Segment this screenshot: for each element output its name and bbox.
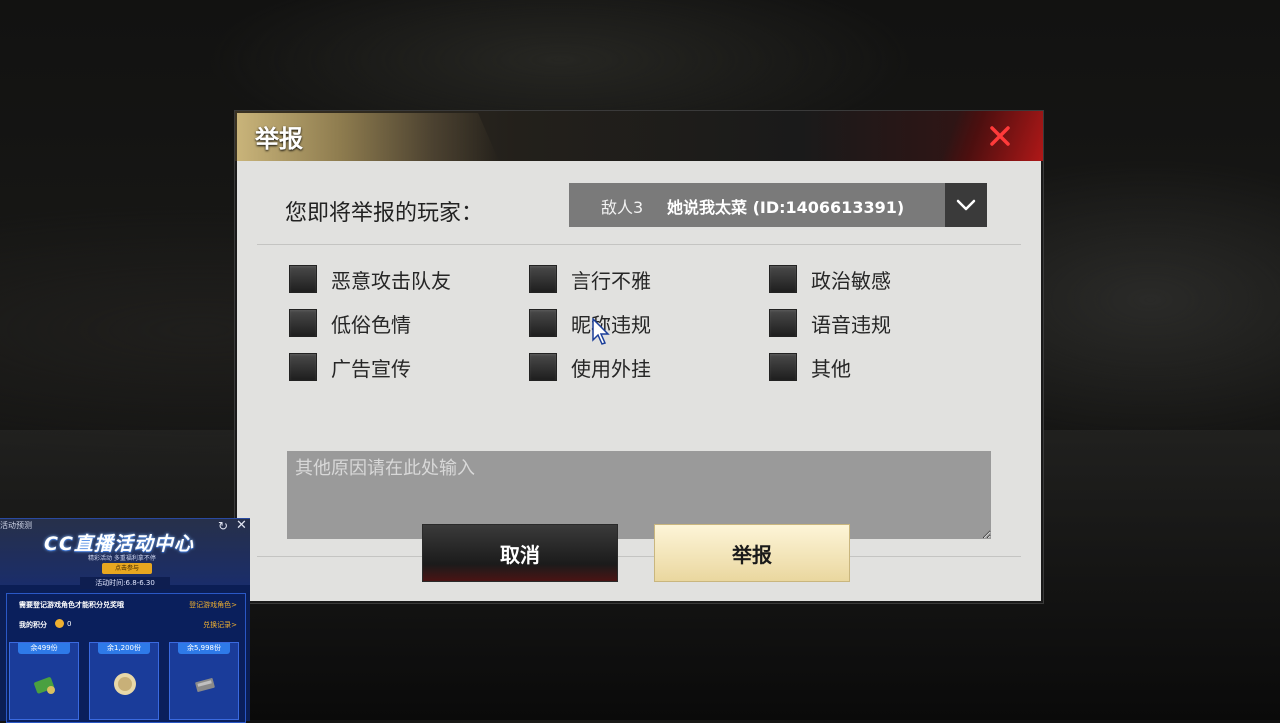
coin-icon xyxy=(55,619,64,628)
reason-label: 言行不雅 xyxy=(571,268,651,293)
reason-checkbox-other[interactable]: 其他 xyxy=(769,352,851,382)
checkbox-box xyxy=(529,265,557,293)
requirement-text: 需要登记游戏角色才能积分兑奖哦 xyxy=(19,601,124,609)
reward-count: 余1,200份 xyxy=(98,643,150,654)
points-box: 需要登记游戏角色才能积分兑奖哦 登记游戏角色> 我的积分 0 兑换记录> 余49… xyxy=(6,593,246,723)
reason-checkbox-political[interactable]: 政治敏感 xyxy=(769,264,891,294)
reason-label: 昵称违规 xyxy=(571,312,651,337)
reason-checkbox-vulgar[interactable]: 低俗色情 xyxy=(289,308,411,338)
reason-checkbox-cheating[interactable]: 使用外挂 xyxy=(529,352,651,382)
player-dropdown-button[interactable] xyxy=(945,183,987,227)
player-label: 您即将举报的玩家： xyxy=(285,201,484,226)
reason-label: 语音违规 xyxy=(811,312,891,337)
reason-label: 恶意攻击队友 xyxy=(331,268,451,293)
participate-button[interactable]: 点击参与 xyxy=(102,563,152,574)
close-icon[interactable]: ✕ xyxy=(236,518,247,533)
report-button[interactable]: 举报 xyxy=(655,525,849,581)
checkbox-box xyxy=(769,309,797,337)
checkbox-box xyxy=(289,353,317,381)
player-select[interactable]: 敌人3 她说我太菜 (ID:1406613391) xyxy=(569,183,987,227)
checkbox-box xyxy=(529,309,557,337)
checkbox-box xyxy=(769,353,797,381)
report-dialog: 举报 您即将举报的玩家： 敌人3 她说我太菜 (ID:1406613391) 恶… xyxy=(234,110,1044,604)
player-name: 她说我太菜 (ID:1406613391) xyxy=(667,198,905,217)
points-label: 我的积分 xyxy=(19,621,47,629)
history-link[interactable]: 兑换记录> xyxy=(203,620,237,630)
checkbox-box xyxy=(289,309,317,337)
reason-checkbox-indecent-behavior[interactable]: 言行不雅 xyxy=(529,264,651,294)
reward-count: 余499份 xyxy=(18,643,70,654)
coin-bundle-icon xyxy=(114,673,136,695)
live-tag: 活动预测 xyxy=(0,521,32,530)
mouse-cursor-icon xyxy=(592,318,610,345)
close-icon xyxy=(990,126,1010,146)
live-title: CC直播活动中心 xyxy=(44,533,194,555)
reason-checkbox-nickname[interactable]: 昵称违规 xyxy=(529,308,651,338)
reason-checkbox-advertising[interactable]: 广告宣传 xyxy=(289,352,411,382)
dialog-title: 举报 xyxy=(255,125,303,153)
refresh-icon[interactable]: ↻ xyxy=(218,519,228,533)
register-link[interactable]: 登记游戏角色> xyxy=(189,600,237,610)
cancel-button[interactable]: 取消 xyxy=(423,525,617,581)
reason-label: 使用外挂 xyxy=(571,356,651,381)
player-team: 敌人3 xyxy=(601,198,644,217)
dialog-header: 举报 xyxy=(235,111,1043,161)
reason-label: 广告宣传 xyxy=(331,356,411,381)
close-button[interactable] xyxy=(933,111,1043,161)
reason-checkbox-voice[interactable]: 语音违规 xyxy=(769,308,891,338)
reason-label: 低俗色情 xyxy=(331,312,411,337)
points-value: 0 xyxy=(67,620,72,628)
dialog-body: 您即将举报的玩家： 敌人3 她说我太菜 (ID:1406613391) 恶意攻击… xyxy=(237,161,1041,601)
checkbox-box xyxy=(529,353,557,381)
ammo-box-icon xyxy=(195,678,215,692)
reward-item[interactable]: 余5,998份 xyxy=(169,642,239,720)
live-banner[interactable]: 活动预测 ↻ ✕ CC直播活动中心 精彩活动 多重福利拿不停 点击参与 xyxy=(0,518,250,585)
reason-label: 其他 xyxy=(811,356,851,381)
checkbox-box xyxy=(769,265,797,293)
checkbox-box xyxy=(289,265,317,293)
chevron-down-icon xyxy=(956,199,976,211)
divider xyxy=(257,556,1021,557)
reward-item[interactable]: 余1,200份 xyxy=(89,642,159,720)
live-date: 活动时间:6.8-6.30 xyxy=(80,577,170,589)
keycard-icon xyxy=(34,677,55,694)
reward-item[interactable]: 余499份 xyxy=(9,642,79,720)
other-reason-placeholder: 其他原因请在此处输入 xyxy=(295,458,475,479)
divider xyxy=(257,244,1021,245)
reason-label: 政治敏感 xyxy=(811,268,891,293)
live-subtitle: 精彩活动 多重福利拿不停 xyxy=(88,555,156,562)
reward-count: 余5,998份 xyxy=(178,643,230,654)
reason-checkbox-malicious-attack[interactable]: 恶意攻击队友 xyxy=(289,264,451,294)
live-activity-panel: 活动预测 ↻ ✕ CC直播活动中心 精彩活动 多重福利拿不停 点击参与 活动时间… xyxy=(0,518,250,723)
